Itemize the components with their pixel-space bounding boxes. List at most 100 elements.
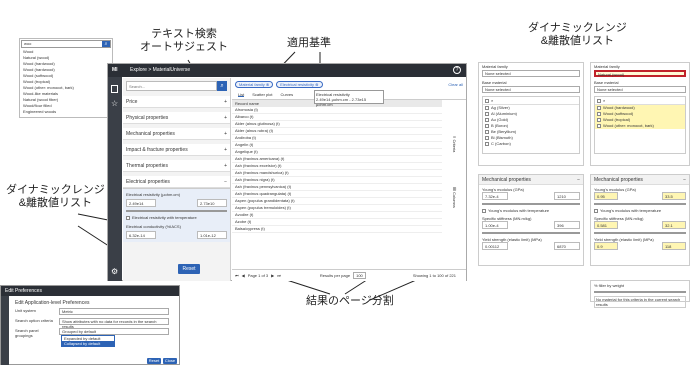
- collapse-icon-left[interactable]: −: [577, 177, 580, 183]
- checkbox[interactable]: [597, 111, 601, 116]
- ym-min-left[interactable]: 7.32e-4: [482, 192, 508, 200]
- ym-max-left[interactable]: 1210: [554, 192, 580, 200]
- table-row[interactable]: Balsa/cypress (t): [232, 226, 442, 233]
- table-row[interactable]: Ash (fraxinus americana) (t): [232, 156, 442, 163]
- table-row[interactable]: Alder (alnus rubra) (t): [232, 128, 442, 135]
- ss-max-right[interactable]: 32.1: [662, 221, 686, 229]
- filler-slider[interactable]: [594, 291, 686, 293]
- section-header[interactable]: Mechanical properties +: [123, 128, 230, 140]
- checkbox[interactable]: [485, 123, 489, 128]
- prefs-row-select[interactable]: Show attributes with no data for records…: [59, 318, 169, 329]
- clear-all-link[interactable]: Clear all: [448, 82, 463, 87]
- ym-slider-left[interactable]: [482, 203, 580, 205]
- ss-slider-right[interactable]: [594, 232, 686, 234]
- section-header[interactable]: Electrical properties −: [123, 176, 230, 188]
- expand-plus-icon[interactable]: +: [224, 131, 227, 137]
- table-row[interactable]: Andiroba (t): [232, 135, 442, 142]
- elec-res-min[interactable]: 2.49e14: [126, 199, 156, 207]
- tab-scatter-plot[interactable]: Scatter plot: [252, 92, 272, 97]
- table-row[interactable]: Avodire (t): [232, 212, 442, 219]
- checkbox[interactable]: [485, 141, 489, 146]
- last-page-icon[interactable]: ⏭: [277, 273, 281, 278]
- ym-temp-checkbox-left[interactable]: [482, 208, 486, 213]
- list-search-icon-right[interactable]: ⌕: [603, 98, 605, 103]
- table-row[interactable]: Aspen (populus grandidentata) (t): [232, 198, 442, 205]
- table-row[interactable]: Angelin (t): [232, 142, 442, 149]
- elec-cond-max[interactable]: 1.01e-12: [197, 231, 227, 239]
- chip-electrical-resistivity[interactable]: Electrical resistivity ⊗: [276, 80, 323, 88]
- expand-plus-icon[interactable]: +: [224, 115, 227, 121]
- checkbox[interactable]: [485, 105, 489, 110]
- explore-icon[interactable]: [111, 85, 118, 93]
- prefs-reset-button[interactable]: Reset: [147, 358, 161, 364]
- search-button-icon[interactable]: ⌕: [217, 81, 227, 91]
- table-row[interactable]: Afromosia (t): [232, 107, 442, 114]
- ym-temp-checkbox-right[interactable]: [594, 208, 598, 213]
- results-per-page-select[interactable]: 100: [353, 271, 366, 279]
- family-list-item[interactable]: C (Carbon): [483, 141, 579, 147]
- section-header[interactable]: Thermal properties +: [123, 160, 230, 172]
- section-header[interactable]: Impact & fracture properties +: [123, 144, 230, 156]
- checkbox[interactable]: [597, 117, 601, 122]
- table-row[interactable]: Ash (fraxinus quadrangulata) (t): [232, 191, 442, 198]
- checkbox[interactable]: [597, 123, 601, 128]
- expand-plus-icon[interactable]: +: [224, 99, 227, 105]
- tab-curves[interactable]: Curves: [280, 92, 293, 97]
- search-input[interactable]: [126, 81, 217, 91]
- section-header[interactable]: Price +: [123, 96, 230, 108]
- ys-max-left[interactable]: 6870: [554, 242, 580, 250]
- tab-list[interactable]: List: [238, 92, 245, 97]
- elec-cond-min[interactable]: 6.32e-14: [126, 231, 156, 239]
- ym-max-right[interactable]: 33.5: [662, 192, 686, 200]
- checkbox[interactable]: [485, 135, 489, 140]
- prefs-close-button[interactable]: Close: [163, 358, 177, 364]
- side-tab-criteria[interactable]: ≡ Criteria: [452, 136, 457, 152]
- option-collapsed[interactable]: Collapsed by default: [62, 341, 114, 346]
- list-search-icon-left[interactable]: ⌕: [491, 98, 493, 103]
- help-icon[interactable]: ?: [453, 66, 461, 74]
- ym-slider-right[interactable]: [594, 203, 686, 205]
- collapse-icon-right[interactable]: −: [683, 177, 686, 183]
- side-tab-columns[interactable]: ▥ Columns: [452, 186, 457, 208]
- base-select-left[interactable]: None selected: [482, 86, 580, 93]
- ys-min-left[interactable]: 0.00112: [482, 242, 508, 250]
- search-popup-input[interactable]: woo: [22, 41, 31, 47]
- table-row[interactable]: Albarco (t): [232, 114, 442, 121]
- elec-temp-checkbox[interactable]: [126, 215, 130, 220]
- table-row[interactable]: Ash (fraxinus nigra) (t): [232, 177, 442, 184]
- next-page-icon[interactable]: ▶: [271, 273, 274, 278]
- ym-min-right[interactable]: 0.95: [594, 192, 618, 200]
- expand-plus-icon[interactable]: +: [224, 163, 227, 169]
- expand-plus-icon[interactable]: +: [224, 147, 227, 153]
- ss-min-left[interactable]: 1.00e-4: [482, 221, 508, 229]
- section-header[interactable]: Physical properties +: [123, 112, 230, 124]
- prefs-row-select[interactable]: Grouped by default: [59, 328, 169, 335]
- reset-button[interactable]: Reset: [178, 264, 200, 274]
- prefs-row-select[interactable]: Metric: [59, 308, 169, 315]
- table-row[interactable]: Alder (alnus glutinosa) (t): [232, 121, 442, 128]
- table-row[interactable]: Aspen (populus tremuloides) (t): [232, 205, 442, 212]
- family-select-left[interactable]: None selected: [482, 70, 580, 77]
- prev-page-icon[interactable]: ◀: [242, 273, 245, 278]
- first-page-icon[interactable]: ⏮: [235, 273, 239, 278]
- ys-max-right[interactable]: 118: [662, 242, 686, 250]
- chip-material-family[interactable]: Material family ⊗: [235, 80, 274, 88]
- table-row[interactable]: Ash (fraxinus excelsior) (t): [232, 163, 442, 170]
- ss-slider-left[interactable]: [482, 232, 580, 234]
- ss-max-left[interactable]: 396: [554, 221, 580, 229]
- breadcrumb[interactable]: Explore > MaterialUniverse: [130, 67, 190, 73]
- elec-res-slider[interactable]: [126, 210, 227, 212]
- checkbox[interactable]: [485, 111, 489, 116]
- checkbox[interactable]: [485, 129, 489, 134]
- expand-plus-icon[interactable]: −: [224, 179, 227, 185]
- autosuggest-item[interactable]: Engineered woods: [20, 109, 112, 115]
- checkbox[interactable]: [597, 105, 601, 110]
- table-row[interactable]: Angelique (t): [232, 149, 442, 156]
- elec-res-max[interactable]: 2.73e10: [197, 199, 227, 207]
- favorites-star-icon[interactable]: ☆: [111, 99, 118, 108]
- family-select-right[interactable]: Natural (wood): [594, 70, 686, 77]
- table-row[interactable]: Ash (fraxinus mandshurica) (t): [232, 170, 442, 177]
- base-select-right[interactable]: None selected: [594, 86, 686, 93]
- table-row[interactable]: Azobe (t): [232, 219, 442, 226]
- ss-min-right[interactable]: 0.581: [594, 221, 618, 229]
